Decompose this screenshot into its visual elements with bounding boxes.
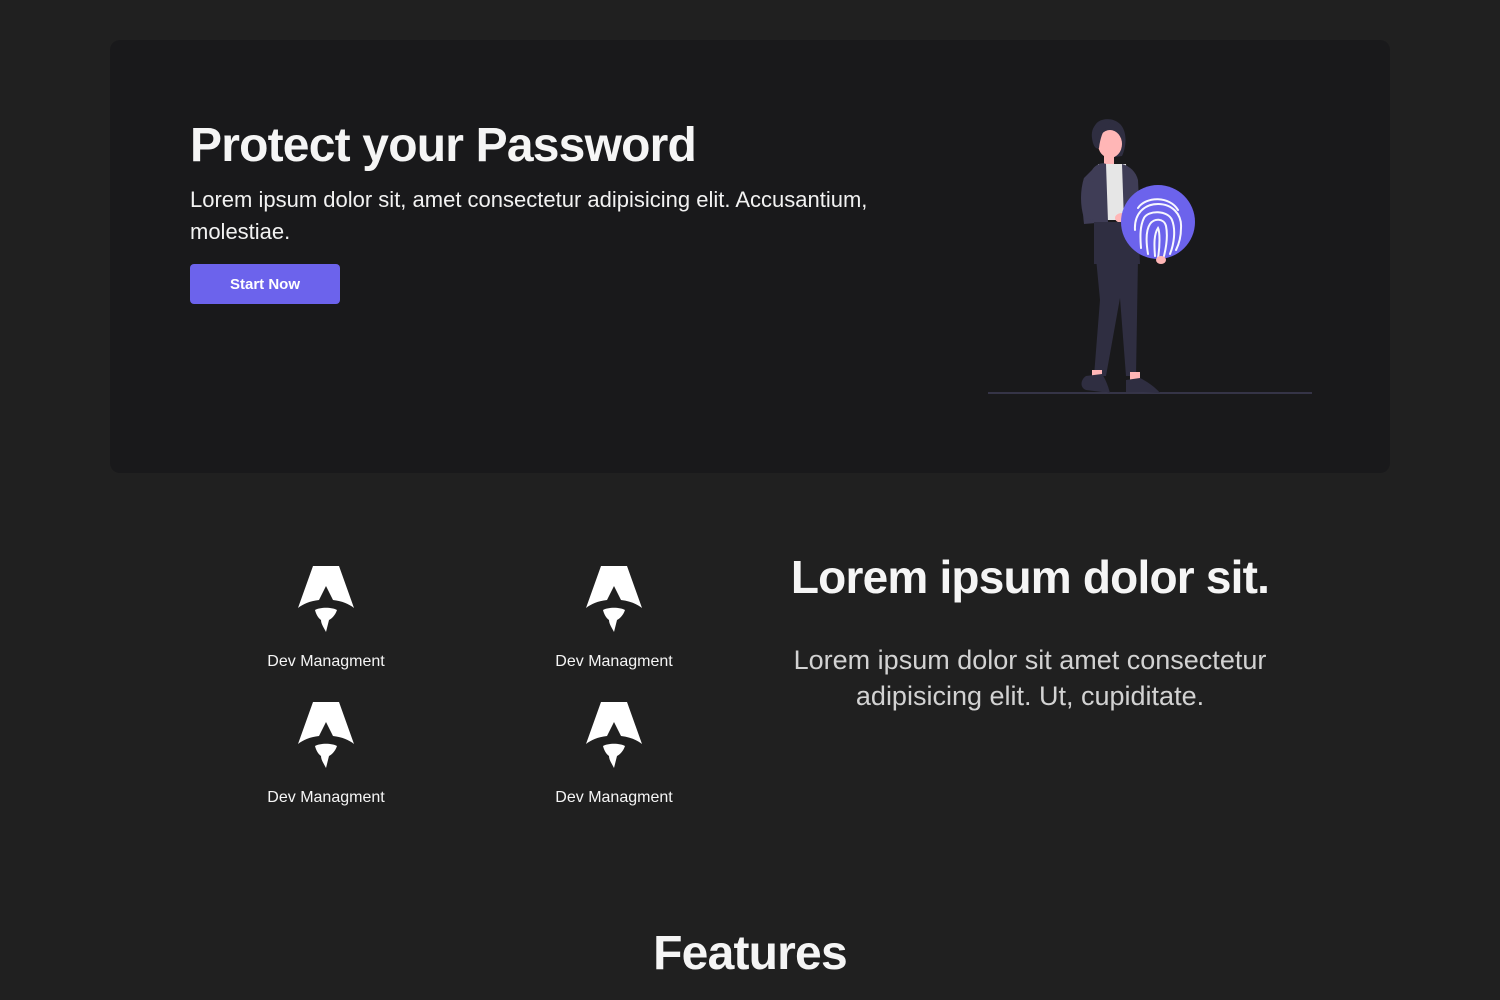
person-holding-fingerprint-icon (988, 119, 1312, 394)
hero-subtitle: Lorem ipsum dolor sit, amet consectetur … (190, 187, 868, 244)
info-text: Lorem ipsum dolor sit amet consectetur a… (793, 645, 1267, 711)
feature-label: Dev Managment (267, 789, 385, 806)
rocket-logo-icon (586, 698, 642, 768)
rocket-logo-icon (298, 698, 354, 768)
features-heading: Features (653, 927, 847, 980)
feature-item: Dev Managment (470, 696, 758, 826)
rocket-logo-icon (586, 562, 642, 632)
feature-item: Dev Managment (182, 560, 470, 690)
rocket-logo-icon (298, 562, 354, 632)
feature-label: Dev Managment (555, 653, 673, 670)
info-title: Lorem ipsum dolor sit. (790, 551, 1270, 603)
feature-label: Dev Managment (555, 789, 673, 806)
feature-grid: Dev Managment Dev Managment Dev Managmen… (182, 560, 758, 820)
start-now-button[interactable]: Start Now (190, 264, 340, 304)
feature-label: Dev Managment (267, 653, 385, 670)
feature-item: Dev Managment (182, 696, 470, 826)
feature-item: Dev Managment (470, 560, 758, 690)
hero-section: Protect your Password Lorem ipsum dolor … (110, 40, 1390, 473)
hero-title: Protect your Password (190, 119, 697, 172)
